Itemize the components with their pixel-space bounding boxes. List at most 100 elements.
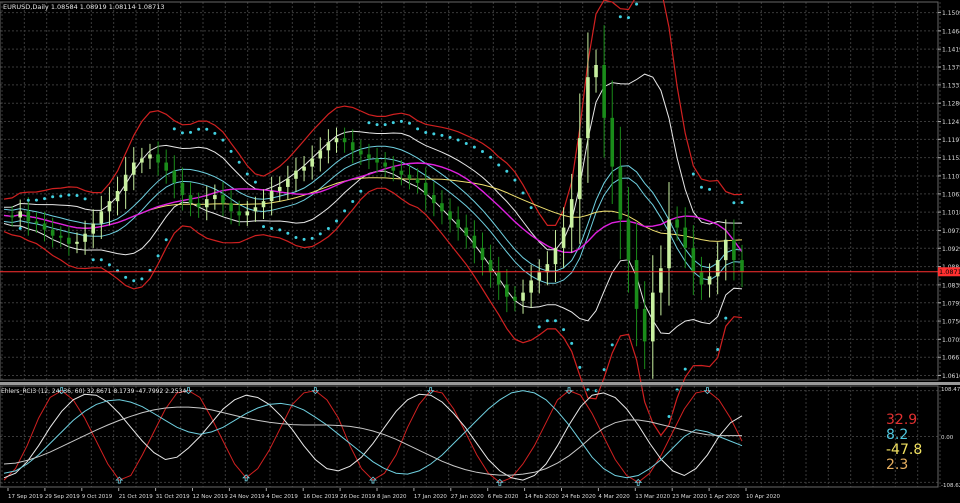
candle-body — [650, 292, 655, 342]
candle-body — [602, 65, 606, 118]
price-tick-label: 1.08390 — [942, 282, 960, 289]
psar-dot — [699, 185, 703, 189]
candle-body — [107, 201, 112, 212]
candle-body — [123, 174, 128, 191]
candle-body — [545, 264, 550, 273]
psar-dot — [480, 150, 484, 154]
psar-dot — [740, 201, 744, 205]
indicator-tick-label: 108.479 — [941, 387, 960, 393]
psar-dot — [432, 132, 436, 136]
psar-dot — [286, 231, 290, 235]
candle-body — [529, 280, 533, 293]
candle-body — [221, 195, 225, 204]
psar-dot — [91, 258, 95, 262]
candle-body — [586, 77, 590, 139]
candle-body — [480, 247, 485, 261]
psar-dot — [505, 169, 509, 173]
candle-body — [58, 235, 63, 238]
psar-dot — [302, 237, 306, 241]
candle-body — [318, 150, 323, 159]
candle-body — [375, 158, 379, 163]
candle-body — [269, 191, 274, 202]
candle-body — [367, 154, 371, 159]
candle-body — [383, 162, 387, 167]
candle-body — [180, 182, 185, 196]
candle-body — [237, 211, 241, 216]
indicator-readout: 2.3 — [886, 457, 908, 473]
psar-dot — [667, 415, 671, 419]
candle-body — [723, 239, 728, 261]
candle-body — [667, 219, 671, 269]
psar-dot — [578, 365, 582, 369]
date-tick-label: 29 Sep 2019 — [45, 494, 80, 500]
candle-body — [618, 166, 623, 220]
candle-body — [253, 207, 258, 212]
price-tick-label: 1.12410 — [942, 119, 960, 126]
candle-body — [715, 260, 720, 277]
psar-dot — [716, 347, 720, 351]
candle-body — [448, 211, 452, 220]
candle-body — [740, 260, 744, 272]
candle-body — [440, 203, 444, 212]
psar-dot — [205, 127, 209, 131]
candle-body — [277, 186, 282, 191]
price-tick-label: 1.06160 — [942, 373, 960, 380]
psar-dot — [26, 198, 30, 202]
candle-body — [148, 154, 152, 159]
candle-body — [26, 211, 31, 222]
psar-dot — [448, 135, 452, 139]
date-tick-label: 14 Feb 2020 — [525, 494, 560, 500]
date-tick-label: 23 Mar 2020 — [672, 494, 707, 500]
psar-dot — [626, 16, 630, 20]
panel-separator[interactable] — [0, 382, 960, 385]
psar-dot — [416, 127, 420, 131]
psar-dot — [513, 178, 517, 182]
candle-body — [496, 272, 501, 285]
psar-dot — [562, 328, 566, 332]
candle-body — [634, 260, 639, 309]
psar-dot — [683, 367, 687, 371]
date-tick-label: 24 Feb 2020 — [562, 494, 597, 500]
date-tick-label: 26 Dec 2019 — [340, 494, 376, 500]
psar-dot — [521, 191, 525, 195]
psar-dot — [310, 236, 314, 240]
candle-body — [488, 260, 493, 273]
psar-dot — [237, 160, 241, 164]
psar-dot — [407, 121, 411, 125]
price-tick-label: 1.07050 — [942, 337, 960, 344]
psar-dot — [383, 123, 387, 127]
candle-body — [569, 199, 574, 228]
psar-dot — [278, 228, 282, 232]
trading-chart[interactable]: 1.15090 1.14640 1.14190 1.13750 1.13310 1.128… — [0, 0, 960, 503]
psar-dot — [359, 189, 363, 193]
psar-dot — [456, 138, 460, 142]
psar-dot — [343, 209, 347, 213]
psar-dot — [326, 226, 330, 230]
candle-body — [423, 182, 428, 196]
indicator-readout: -47.8 — [886, 442, 922, 458]
candle-body — [261, 201, 266, 208]
psar-dot — [18, 226, 22, 230]
candle-body — [553, 247, 558, 265]
date-tick-label: 27 Jan 2020 — [451, 494, 484, 500]
psar-dot — [164, 238, 168, 242]
price-tick-label: 1.07500 — [942, 319, 960, 326]
psar-dot — [375, 123, 379, 127]
indicator-readout: 8.2 — [886, 427, 908, 443]
candle-body — [294, 170, 298, 179]
date-tick-label: 13 Mar 2020 — [635, 494, 670, 500]
candle-body — [578, 138, 582, 200]
candle-body — [415, 178, 420, 183]
price-tick-label: 1.14190 — [942, 47, 960, 54]
psar-dot — [489, 155, 493, 159]
psar-dot — [172, 127, 176, 131]
date-tick-label: 16 Dec 2019 — [303, 494, 339, 500]
candle-body — [42, 223, 47, 230]
date-tick-label: 9 Oct 2019 — [82, 494, 113, 500]
indicator-label: Ehlers_RCI3 (12, 24, 36, 60) 32.8671 8.1… — [1, 388, 186, 395]
candle-body — [83, 233, 87, 242]
psar-dot — [602, 368, 606, 372]
psar-dot — [529, 206, 533, 210]
candle-body — [50, 229, 55, 236]
candle-body — [204, 199, 209, 208]
